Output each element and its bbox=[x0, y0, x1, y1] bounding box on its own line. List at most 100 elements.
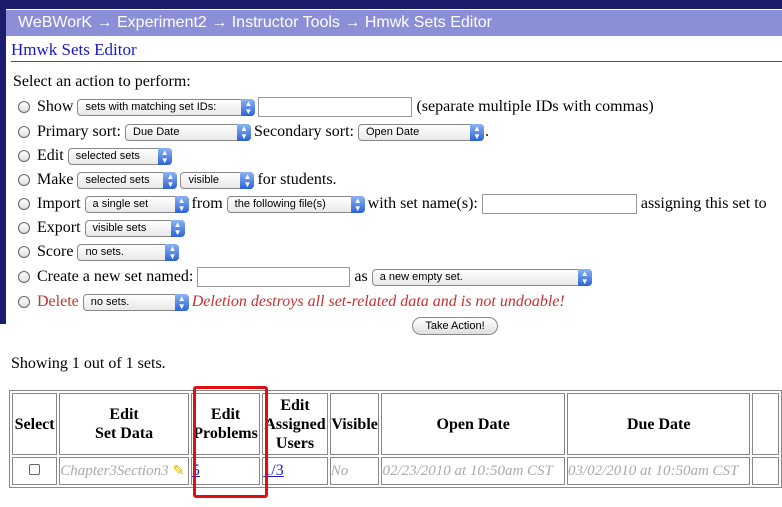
col-more bbox=[752, 393, 779, 455]
export-label: Export bbox=[37, 219, 81, 236]
select-arrows-icon: ▲ ▼ bbox=[237, 123, 251, 141]
edit-sets-select[interactable]: selected sets ▲ ▼ bbox=[67, 147, 172, 165]
select-arrows-icon: ▲ ▼ bbox=[170, 219, 185, 237]
title-divider bbox=[11, 61, 782, 62]
breadcrumb: WeBWorK → Experiment2 → Instructor Tools… bbox=[6, 10, 782, 36]
make-sets-select[interactable]: selected sets ▲ ▼ bbox=[77, 171, 178, 189]
radio-export[interactable] bbox=[18, 222, 30, 234]
assigned-cell: 1/3 bbox=[262, 457, 328, 485]
radio-delete[interactable] bbox=[18, 296, 30, 308]
select-arrows-icon: ▲ ▼ bbox=[157, 147, 172, 165]
due-date-value: 03/02/2010 at 10:50am CST bbox=[567, 463, 739, 479]
make-suffix: for students. bbox=[257, 171, 337, 188]
visible-value: No bbox=[330, 463, 349, 479]
problems-cell: 5 bbox=[190, 457, 261, 485]
breadcrumb-separator: → bbox=[344, 14, 361, 31]
sets-table: Select Edit Set Data Edit Problems Edit Ass… bbox=[9, 390, 782, 488]
breadcrumb-item-course[interactable]: Experiment2 bbox=[117, 14, 207, 31]
col-visible: Visible bbox=[329, 393, 380, 455]
col-edit-problems: Edit Problems bbox=[190, 393, 261, 455]
edit-label: Edit bbox=[37, 147, 64, 164]
pencil-icon[interactable]: ✎ bbox=[173, 464, 185, 479]
import-from-label: from bbox=[191, 195, 223, 212]
select-arrows-icon: ▲ ▼ bbox=[174, 195, 189, 213]
action-row-import: Import a single set ▲ ▼ from the following… bbox=[18, 193, 771, 215]
breadcrumb-item-current: Hmwk Sets Editor bbox=[364, 14, 492, 31]
left-nav-edge bbox=[0, 9, 6, 324]
breadcrumb-separator: → bbox=[96, 14, 113, 31]
import-label: Import bbox=[37, 195, 81, 212]
create-type-select[interactable]: a new empty set. ▲ ▼ bbox=[371, 268, 592, 286]
radio-create[interactable] bbox=[18, 271, 30, 283]
select-arrows-icon: ▲ ▼ bbox=[165, 243, 180, 261]
radio-sort[interactable] bbox=[18, 126, 30, 138]
show-label: Show bbox=[37, 98, 74, 115]
action-row-score: Score no sets. ▲ ▼ bbox=[18, 241, 182, 263]
set-name-cell: Chapter3Section3 ✎ bbox=[59, 457, 189, 485]
import-assign-label: assigning this set to bbox=[640, 195, 767, 212]
export-sets-select[interactable]: visible sets ▲ ▼ bbox=[84, 219, 185, 237]
take-action-button[interactable]: Take Action! bbox=[412, 317, 498, 335]
radio-score[interactable] bbox=[18, 246, 30, 258]
col-edit-set-data: Edit Set Data bbox=[59, 393, 189, 455]
delete-sets-select[interactable]: no sets. ▲ ▼ bbox=[82, 293, 189, 311]
radio-import[interactable] bbox=[18, 198, 30, 210]
new-set-name-input[interactable] bbox=[197, 267, 351, 287]
delete-label: Delete bbox=[37, 293, 79, 310]
edit-assigned-users-link[interactable]: 1/3 bbox=[263, 462, 283, 479]
select-arrows-icon: ▲ ▼ bbox=[469, 123, 484, 141]
table-row: Chapter3Section3 ✎ 5 1/3 No 02/23/2010 a… bbox=[12, 457, 779, 485]
open-date-cell: 02/23/2010 at 10:50am CST bbox=[381, 457, 565, 485]
create-as-label: as bbox=[354, 268, 368, 285]
import-source-select[interactable]: the following file(s) ▲ ▼ bbox=[226, 195, 365, 213]
action-row-show: Show sets with matching set IDs: ▲ ▼ (sepa… bbox=[18, 96, 654, 118]
select-arrows-icon: ▲ ▼ bbox=[241, 98, 256, 116]
radio-edit[interactable] bbox=[18, 150, 30, 162]
primary-sort-select[interactable]: Due Date ▲ ▼ bbox=[125, 123, 251, 141]
action-row-edit: Edit selected sets ▲ ▼ bbox=[18, 145, 175, 167]
page-title: Hmwk Sets Editor bbox=[11, 40, 137, 59]
top-banner bbox=[0, 0, 782, 9]
import-count-select[interactable]: a single set ▲ ▼ bbox=[84, 195, 189, 213]
radio-make[interactable] bbox=[18, 174, 30, 186]
import-set-name-input[interactable] bbox=[481, 194, 637, 214]
select-arrows-icon: ▲ ▼ bbox=[240, 171, 255, 189]
col-edit-assigned-users: Edit Assigned Users bbox=[262, 393, 328, 455]
show-ids-input[interactable] bbox=[258, 97, 413, 117]
make-label: Make bbox=[37, 171, 74, 188]
col-select: Select bbox=[12, 393, 58, 455]
secondary-sort-select[interactable]: Open Date ▲ ▼ bbox=[357, 123, 484, 141]
action-row-export: Export visible sets ▲ ▼ bbox=[18, 217, 188, 239]
breadcrumb-separator: → bbox=[211, 14, 228, 31]
col-open-date: Open Date bbox=[381, 393, 565, 455]
action-row-create: Create a new set named: as a new empty s… bbox=[18, 266, 595, 288]
show-hint: (separate multiple IDs with commas) bbox=[416, 98, 654, 115]
breadcrumb-item-instructor-tools[interactable]: Instructor Tools bbox=[232, 14, 340, 31]
select-arrows-icon: ▲ ▼ bbox=[163, 171, 178, 189]
visible-cell: No bbox=[329, 457, 380, 485]
secondary-sort-label: Secondary sort: bbox=[254, 123, 354, 140]
create-label: Create a new set named: bbox=[37, 268, 194, 285]
radio-show[interactable] bbox=[18, 101, 30, 113]
edit-problems-link[interactable]: 5 bbox=[192, 462, 200, 479]
row-select-checkbox[interactable] bbox=[29, 464, 41, 475]
due-date-cell: 03/02/2010 at 10:50am CST bbox=[566, 457, 751, 485]
select-arrows-icon: ▲ ▼ bbox=[350, 195, 365, 213]
score-label: Score bbox=[37, 243, 74, 260]
action-prompt: Select an action to perform: bbox=[13, 73, 191, 90]
action-row-delete: Delete no sets. ▲ ▼ Deletion destroys all … bbox=[18, 291, 565, 313]
make-visibility-select[interactable]: visible ▲ ▼ bbox=[180, 171, 255, 189]
showing-count: Showing 1 out of 1 sets. bbox=[11, 355, 166, 372]
set-name: Chapter3Section3 bbox=[60, 463, 169, 479]
score-sets-select[interactable]: no sets. ▲ ▼ bbox=[77, 243, 180, 261]
col-due-date: Due Date bbox=[566, 393, 751, 455]
open-date-value: 02/23/2010 at 10:50am CST bbox=[382, 463, 553, 479]
breadcrumb-item-webwork[interactable]: WeBWorK bbox=[18, 14, 92, 31]
primary-sort-label: Primary sort: bbox=[37, 123, 121, 140]
select-arrows-icon: ▲ ▼ bbox=[174, 293, 189, 311]
table-header-row: Select Edit Set Data Edit Problems Edit Ass… bbox=[12, 393, 779, 455]
sort-end: . bbox=[484, 123, 489, 140]
show-filter-select[interactable]: sets with matching set IDs: ▲ ▼ bbox=[77, 98, 256, 116]
action-row-make: Make selected sets ▲ ▼ visible ▲ ▼ for stude… bbox=[18, 169, 337, 191]
action-row-sort: Primary sort: Due Date ▲ ▼ Secondary sort:… bbox=[18, 121, 489, 143]
